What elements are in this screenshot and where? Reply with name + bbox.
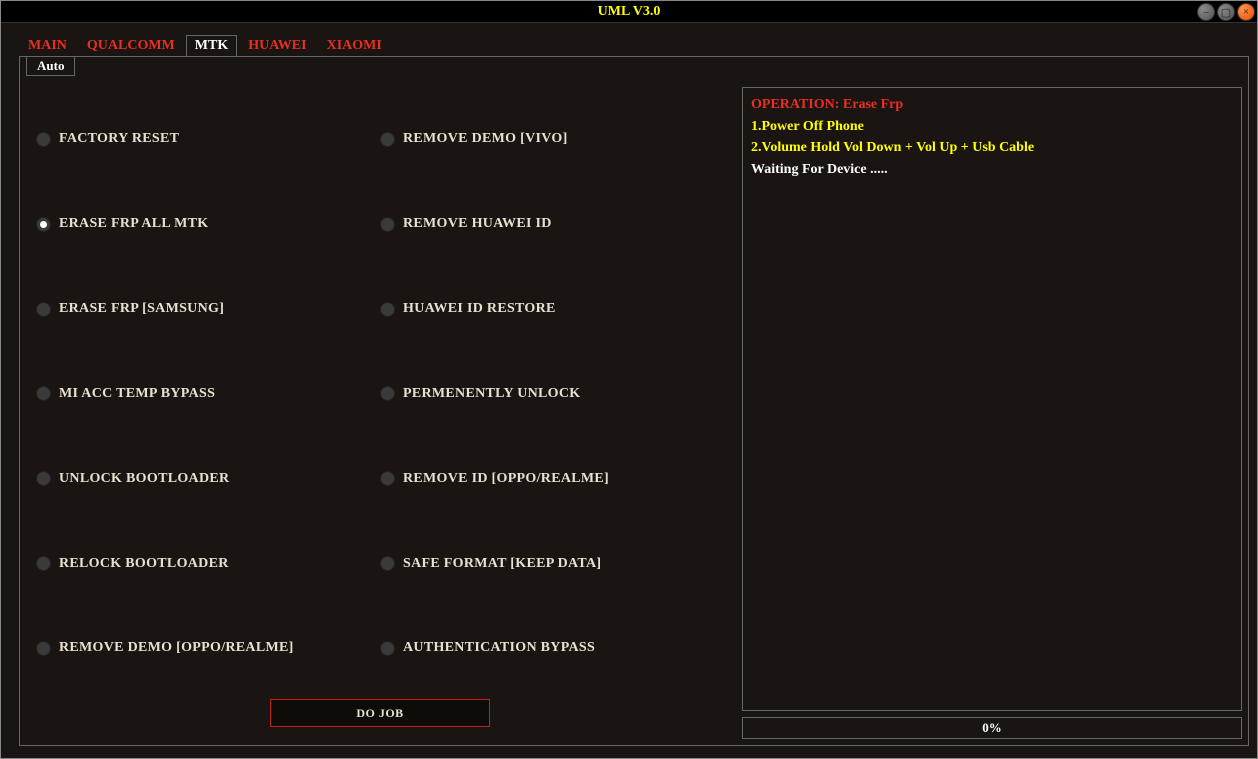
radio-icon[interactable] xyxy=(36,471,51,486)
close-icon[interactable]: × xyxy=(1237,3,1255,21)
log-operation: OPERATION: Erase Frp xyxy=(751,94,1233,116)
minimize-icon[interactable]: – xyxy=(1197,3,1215,21)
option-label: UNLOCK BOOTLOADER xyxy=(59,471,229,487)
log-panel: OPERATION: Erase Frp 1.Power Off Phone 2… xyxy=(742,87,1242,711)
option-erase-frp-samsung[interactable]: ERASE FRP [SAMSUNG] xyxy=(36,275,380,343)
option-label: MI ACC TEMP BYPASS xyxy=(59,386,215,402)
option-label: ERASE FRP [SAMSUNG] xyxy=(59,301,224,317)
option-permanently-unlock[interactable]: PERMENENTLY UNLOCK xyxy=(380,360,724,428)
option-label: PERMENENTLY UNLOCK xyxy=(403,386,580,402)
option-remove-demo-oppo-realme[interactable]: REMOVE DEMO [OPPO/REALME] xyxy=(36,614,380,682)
tab-xiaomi[interactable]: XIAOMI xyxy=(318,35,391,57)
radio-icon[interactable] xyxy=(380,641,395,656)
option-label: AUTHENTICATION BYPASS xyxy=(403,640,595,656)
option-authentication-bypass[interactable]: AUTHENTICATION BYPASS xyxy=(380,614,724,682)
option-label: RELOCK BOOTLOADER xyxy=(59,556,229,572)
option-label: REMOVE DEMO [OPPO/REALME] xyxy=(59,640,294,656)
log-step-2: 2.Volume Hold Vol Down + Vol Up + Usb Ca… xyxy=(751,137,1233,159)
app-window: UML V3.0 – ▢ × MAIN QUALCOMM MTK HUAWEI … xyxy=(0,0,1258,759)
maximize-icon[interactable]: ▢ xyxy=(1217,3,1235,21)
option-label: REMOVE HUAWEI ID xyxy=(403,216,552,232)
option-remove-demo-vivo[interactable]: REMOVE DEMO [VIVO] xyxy=(380,105,724,173)
tab-huawei[interactable]: HUAWEI xyxy=(239,35,315,57)
window-controls: – ▢ × xyxy=(1197,3,1255,21)
log-waiting: Waiting For Device ..... xyxy=(751,159,1233,181)
radio-icon[interactable] xyxy=(36,641,51,656)
log-step-1: 1.Power Off Phone xyxy=(751,116,1233,138)
option-mi-acc-temp-bypass[interactable]: MI ACC TEMP BYPASS xyxy=(36,360,380,428)
option-remove-id-oppo-realme[interactable]: REMOVE ID [OPPO/REALME] xyxy=(380,445,724,513)
option-safe-format-keep-data[interactable]: SAFE FORMAT [KEEP DATA] xyxy=(380,530,724,598)
option-relock-bootloader[interactable]: RELOCK BOOTLOADER xyxy=(36,530,380,598)
window-title: UML V3.0 xyxy=(598,4,661,20)
option-label: ERASE FRP ALL MTK xyxy=(59,216,208,232)
tab-main[interactable]: MAIN xyxy=(19,35,76,57)
progress-text: 0% xyxy=(982,720,1002,736)
options-panel: FACTORY RESET REMOVE DEMO [VIVO] ERASE F… xyxy=(26,63,734,739)
subtabs: Auto xyxy=(26,56,75,76)
option-label: SAFE FORMAT [KEEP DATA] xyxy=(403,556,601,572)
radio-icon[interactable] xyxy=(36,132,51,147)
option-remove-huawei-id[interactable]: REMOVE HUAWEI ID xyxy=(380,190,724,258)
option-label: REMOVE DEMO [VIVO] xyxy=(403,131,568,147)
radio-icon[interactable] xyxy=(380,386,395,401)
tab-qualcomm[interactable]: QUALCOMM xyxy=(78,35,184,57)
progress-bar: 0% xyxy=(742,717,1242,739)
radio-icon[interactable] xyxy=(36,556,51,571)
options-grid: FACTORY RESET REMOVE DEMO [VIVO] ERASE F… xyxy=(26,87,734,691)
right-column: OPERATION: Erase Frp 1.Power Off Phone 2… xyxy=(742,63,1242,739)
do-job-button[interactable]: DO JOB xyxy=(270,699,490,727)
main-tabs: MAIN QUALCOMM MTK HUAWEI XIAOMI xyxy=(19,35,1257,57)
radio-icon[interactable] xyxy=(380,471,395,486)
radio-icon[interactable] xyxy=(380,132,395,147)
option-label: HUAWEI ID RESTORE xyxy=(403,301,556,317)
radio-icon[interactable] xyxy=(36,302,51,317)
option-label: FACTORY RESET xyxy=(59,131,179,147)
option-unlock-bootloader[interactable]: UNLOCK BOOTLOADER xyxy=(36,445,380,513)
content-panel: Auto FACTORY RESET REMOVE DEMO [VIVO] ER… xyxy=(19,56,1249,746)
tab-mtk[interactable]: MTK xyxy=(186,35,237,57)
option-factory-reset[interactable]: FACTORY RESET xyxy=(36,105,380,173)
radio-icon[interactable] xyxy=(36,386,51,401)
radio-icon[interactable] xyxy=(380,302,395,317)
radio-icon[interactable] xyxy=(380,217,395,232)
subtab-auto[interactable]: Auto xyxy=(26,56,75,76)
radio-icon[interactable] xyxy=(380,556,395,571)
option-erase-frp-all-mtk[interactable]: ERASE FRP ALL MTK xyxy=(36,190,380,258)
option-label: REMOVE ID [OPPO/REALME] xyxy=(403,471,609,487)
option-huawei-id-restore[interactable]: HUAWEI ID RESTORE xyxy=(380,275,724,343)
titlebar: UML V3.0 – ▢ × xyxy=(1,1,1257,23)
radio-icon[interactable] xyxy=(36,217,51,232)
